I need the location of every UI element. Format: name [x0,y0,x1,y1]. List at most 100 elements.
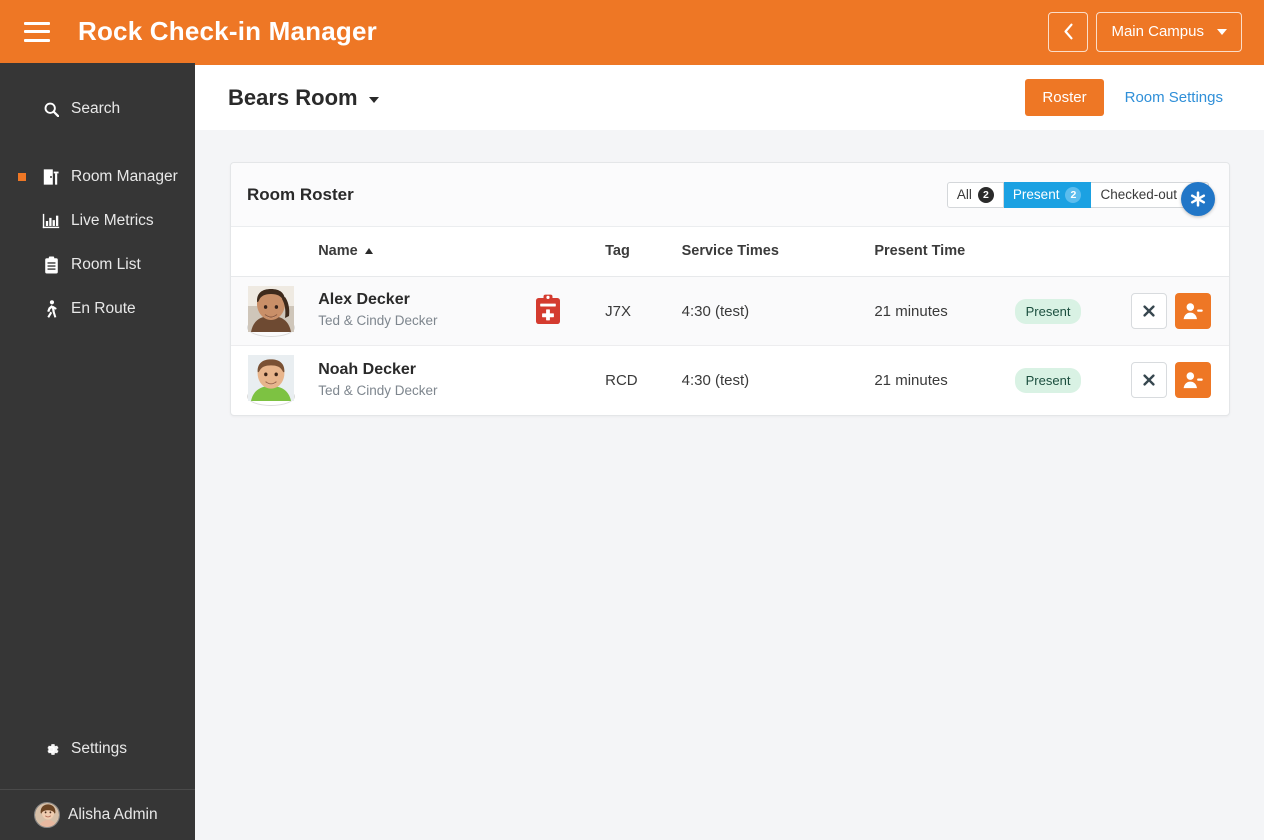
col-header-name-label: Name [318,243,358,259]
row-name-cell: Noah Decker Ted & Cindy Decker [318,345,535,415]
table-row[interactable]: Alex Decker Ted & Cindy Decker J7X 4:30 … [231,276,1229,346]
row-service-times: 4:30 (test) [681,302,750,320]
roster-table: Name Tag Service Times Present Time Alex… [231,227,1229,415]
page-header: Bears Room Roster Room Settings [195,65,1264,130]
close-x-icon [1143,374,1155,386]
col-header-status [1014,227,1110,277]
sidebar-user-name: Alisha Admin [68,806,158,823]
row-status-cell: Present [1014,277,1110,346]
row-actions-cell [1109,345,1229,415]
row-actions-cell [1110,277,1229,346]
roster-table-body: Alex Decker Ted & Cindy Decker J7X 4:30 … [231,276,1229,415]
cancel-checkin-button[interactable] [1131,362,1167,399]
row-service-times: 4:30 (test) [681,345,875,415]
col-header-actions [1109,227,1229,277]
app-title: Rock Check-in Manager [78,16,377,46]
sidebar-nav-group: Room Manager Live Metrics Room List En R… [0,155,195,331]
bar-chart-icon [40,213,62,229]
col-header-name[interactable]: Name [318,227,535,277]
person-minus-icon [1183,372,1203,389]
card-wrapper: Room Roster All 2 Present 2 Checked-out [195,130,1264,416]
row-tag: J7X [605,302,631,320]
chevron-left-icon [1064,23,1073,40]
room-roster-card: Room Roster All 2 Present 2 Checked-out [230,162,1230,416]
top-bar-right: Main Campus [1048,11,1242,52]
campus-selector[interactable]: Main Campus [1096,11,1242,52]
status-badge: Present [1014,298,1082,324]
person-parents: Ted & Cindy Decker [318,313,438,329]
filter-all[interactable]: All 2 [946,181,1004,208]
sidebar-item-label: Room Manager [71,168,178,185]
page-title[interactable]: Bears Room [228,85,379,111]
card-title: Room Roster [247,184,354,204]
hamburger-icon[interactable] [24,21,50,42]
tab-room-settings[interactable]: Room Settings [1108,79,1240,116]
sidebar-item-label: Search [71,100,121,117]
gear-icon [40,741,62,758]
row-name-cell: Alex Decker Ted & Cindy Decker [318,277,534,346]
caret-down-icon [368,96,379,103]
person-parents: Ted & Cindy Decker [318,382,438,398]
filter-label: Checked-out [1100,187,1177,202]
caret-down-icon [1217,28,1227,35]
sidebar-item-label: Settings [71,740,128,757]
app-root: Rock Check-in Manager Main Campus Search… [0,0,1264,840]
sidebar-item-label: En Route [71,300,136,317]
person-name: Noah Decker [318,360,417,378]
sidebar-item-settings[interactable]: Settings [0,727,195,771]
row-tag: RCD [605,345,682,415]
medical-clipboard-icon[interactable] [535,294,561,329]
sidebar-item-live-metrics[interactable]: Live Metrics [0,199,195,243]
tab-roster[interactable]: Roster [1025,79,1104,116]
person-minus-icon [1183,303,1203,320]
active-indicator [18,173,26,181]
row-alert-cell [534,345,606,415]
status-badge: Present [1014,367,1082,393]
sidebar: Search Room Manager Live Metrics Room Li… [0,63,195,840]
row-alert-cell [535,277,605,346]
asterisk-icon[interactable] [1181,182,1215,216]
child-avatar-alex [247,286,295,337]
check-out-button[interactable] [1175,293,1211,329]
row-avatar-cell [231,277,318,346]
card-header: Room Roster All 2 Present 2 Checked-out [231,163,1229,227]
row-status-cell: Present [1014,345,1110,415]
cancel-checkin-button[interactable] [1131,293,1167,329]
sidebar-item-label: Room List [71,256,141,273]
search-icon [40,102,62,117]
col-header-service-times: Service Times [681,227,875,277]
col-header-avatar [231,227,319,277]
sidebar-item-label: Live Metrics [71,212,154,229]
sidebar-item-en-route[interactable]: En Route [0,287,195,331]
close-x-icon [1143,305,1155,317]
col-header-present-time: Present Time [874,227,1015,277]
col-header-alert [534,227,606,277]
table-row[interactable]: Noah Decker Ted & Cindy Decker RCD 4:30 … [231,345,1229,415]
sidebar-user[interactable]: Alisha Admin [0,790,195,840]
content-area: Bears Room Roster Room Settings Room Ros… [195,63,1264,840]
sidebar-item-search[interactable]: Search [0,87,195,131]
avatar [34,802,60,828]
sidebar-item-room-manager[interactable]: Room Manager [0,155,195,199]
door-icon [40,168,62,186]
filter-label: All [956,187,972,202]
row-avatar-cell [231,345,319,415]
walking-icon [40,299,62,319]
sidebar-item-room-list[interactable]: Room List [0,243,195,287]
top-bar: Rock Check-in Manager Main Campus [0,0,1264,63]
col-header-tag: Tag [605,227,682,277]
filter-label: Present [1012,187,1060,202]
campus-label: Main Campus [1111,23,1204,40]
back-button[interactable] [1048,11,1089,52]
check-out-button[interactable] [1175,362,1211,399]
roster-table-head: Name Tag Service Times Present Time [231,227,1229,277]
page-title-text: Bears Room [228,84,358,110]
person-name: Alex Decker [318,291,410,309]
table-header-row: Name Tag Service Times Present Time [231,227,1229,277]
clipboard-icon [40,256,62,274]
page-tabs: Roster Room Settings [1025,79,1240,116]
row-present-time: 21 minutes [874,345,1015,415]
roster-filter-group: All 2 Present 2 Checked-out 0 [946,181,1209,208]
filter-present[interactable]: Present 2 [1003,181,1092,208]
